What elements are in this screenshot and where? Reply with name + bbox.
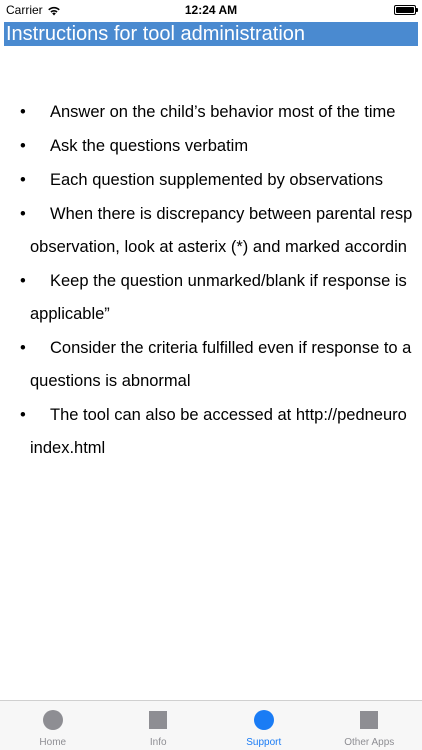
support-circle-icon <box>253 710 274 730</box>
list-item-continuation: index.html <box>30 439 106 457</box>
list-item-text: The tool can also be accessed at http://… <box>50 406 407 424</box>
list-item: • Consider the criteria fulfilled even if… <box>20 337 411 359</box>
list-item: • Keep the question unmarked/blank if res… <box>20 270 407 292</box>
battery-fill <box>396 7 414 13</box>
list-item-continuation: questions is abnormal <box>30 372 191 390</box>
tab-other-apps[interactable]: Other Apps <box>317 701 422 750</box>
bullet-icon: • <box>20 272 26 290</box>
tab-label: Support <box>246 737 282 748</box>
list-item-text: Ask the questions verbatim <box>50 137 249 155</box>
list-item-continuation: observation, look at asterix (*) and mar… <box>30 238 407 256</box>
tab-label: Info <box>149 737 167 748</box>
status-bar: Carrier 12:24 AM <box>0 0 422 20</box>
tab-bar: Home Info Support Other Apps <box>0 700 422 750</box>
list-item-text: Answer on the child’s behavior most of t… <box>50 103 396 121</box>
home-circle-icon <box>42 710 63 730</box>
status-time: 12:24 AM <box>184 3 238 17</box>
tab-info[interactable]: Info <box>106 701 212 750</box>
list-item: • Answer on the child’s behavior most of … <box>20 101 395 123</box>
instructions-list: • Answer on the child’s behavior most of … <box>0 96 422 476</box>
info-square-icon <box>149 711 168 729</box>
tab-label: Home <box>39 737 67 748</box>
list-item-continuation: applicable” <box>30 305 110 323</box>
list-item: • The tool can also be accessed at http:/… <box>20 404 407 426</box>
battery-icon <box>394 5 418 15</box>
list-item: • Each question supplemented by observati… <box>20 169 383 191</box>
tab-home[interactable]: Home <box>0 701 106 750</box>
tab-label: Other Apps <box>344 737 395 748</box>
bullet-icon: • <box>20 205 26 223</box>
bullet-icon: • <box>20 103 26 121</box>
other-apps-square-icon <box>360 711 379 729</box>
bullet-icon: • <box>20 171 26 189</box>
list-item-text: Each question supplemented by observatio… <box>50 171 383 189</box>
bullet-icon: • <box>20 406 26 424</box>
list-item-text: Keep the question unmarked/blank if resp… <box>50 272 407 290</box>
bullet-icon: • <box>20 137 26 155</box>
list-item-text: When there is discrepancy between parent… <box>50 205 413 223</box>
list-item-text: Consider the criteria fulfilled even if … <box>50 339 412 357</box>
list-item: • Ask the questions verbatim <box>20 135 248 157</box>
bullet-icon: • <box>20 339 26 357</box>
tab-support[interactable]: Support <box>211 701 317 750</box>
list-item: • When there is discrepancy between paren… <box>20 203 412 225</box>
page-title: Instructions for tool administration <box>4 22 418 46</box>
